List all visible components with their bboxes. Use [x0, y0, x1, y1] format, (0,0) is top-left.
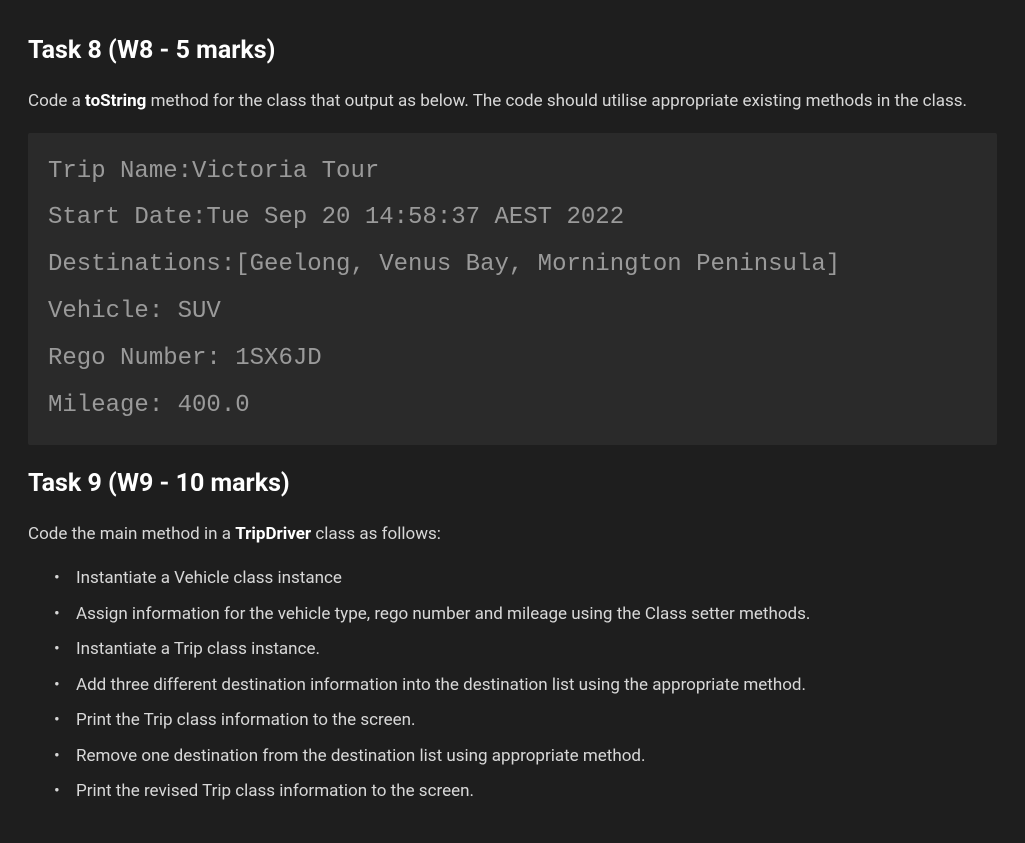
task8-heading: Task 8 (W8 - 5 marks): [28, 32, 997, 70]
task9-intro-prefix: Code the main method in a: [28, 524, 235, 544]
task9-intro: Code the main method in a TripDriver cla…: [28, 521, 997, 548]
task8-code-output: Trip Name:Victoria Tour Start Date:Tue S…: [28, 133, 997, 446]
list-item: Assign information for the vehicle type,…: [76, 602, 997, 628]
task9-bullet-list: Instantiate a Vehicle class instance Ass…: [28, 566, 997, 805]
task9-heading: Task 9 (W9 - 10 marks): [28, 465, 997, 503]
task8-intro-bold: toString: [85, 91, 146, 111]
list-item: Instantiate a Trip class instance.: [76, 637, 997, 663]
list-item: Print the revised Trip class information…: [76, 779, 997, 805]
task9-intro-bold: TripDriver: [235, 524, 311, 544]
task8-intro: Code a toString method for the class tha…: [28, 88, 997, 115]
task8-intro-prefix: Code a: [28, 91, 85, 111]
task8-intro-suffix: method for the class that output as belo…: [146, 91, 967, 111]
list-item: Instantiate a Vehicle class instance: [76, 566, 997, 592]
list-item: Remove one destination from the destinat…: [76, 744, 997, 770]
list-item: Print the Trip class information to the …: [76, 708, 997, 734]
list-item: Add three different destination informat…: [76, 673, 997, 699]
task9-intro-suffix: class as follows:: [311, 524, 441, 544]
